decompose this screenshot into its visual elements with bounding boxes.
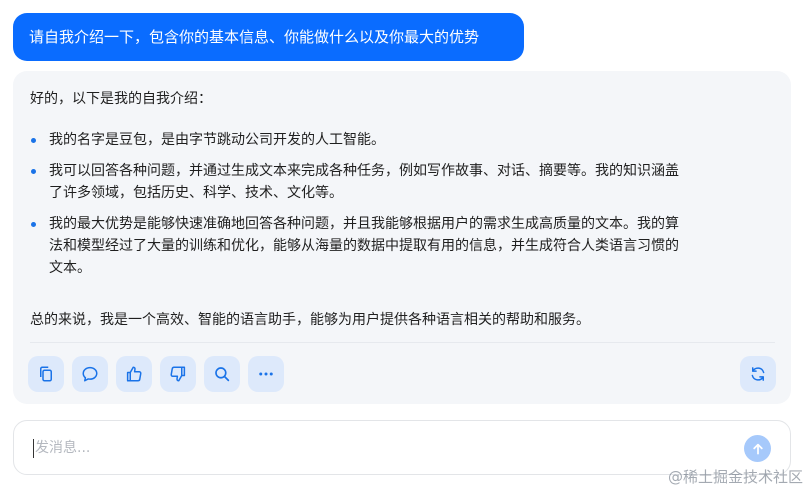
user-message-bubble: 请自我介绍一下，包含你的基本信息、你能做什么以及你最大的优势 <box>13 13 524 61</box>
like-button[interactable] <box>116 356 152 392</box>
search-button[interactable] <box>204 356 240 392</box>
assistant-intro-text: 好的，以下是我的自我介绍： <box>30 91 212 107</box>
thumbs-down-icon <box>170 366 186 382</box>
list-item: 我可以回答各种问题，并通过生成文本来完成各种任务，例如写作故事、对话、摘要等。我… <box>30 160 775 204</box>
message-input[interactable] <box>33 435 725 461</box>
regenerate-button[interactable] <box>740 356 776 392</box>
assistant-message-card: 好的，以下是我的自我介绍： 我的名字是豆包，是由字节跳动公司开发的人工智能。 我… <box>13 71 791 404</box>
arrow-up-icon <box>752 443 763 455</box>
divider <box>30 342 775 343</box>
send-button[interactable] <box>744 435 771 462</box>
chat-page: 请自我介绍一下，包含你的基本信息、你能做什么以及你最大的优势 好的，以下是我的自… <box>0 0 809 491</box>
thumbs-up-icon <box>126 366 142 382</box>
list-item: 我的最大优势是能够快速准确地回答各种问题，并且我能够根据用户的需求生成高质量的文… <box>30 213 775 279</box>
watermark: @稀土掘金技术社区 <box>667 468 803 486</box>
message-action-bar <box>28 356 284 392</box>
more-button[interactable] <box>248 356 284 392</box>
copy-icon <box>40 366 52 382</box>
assistant-summary-text: 总的来说，我是一个高效、智能的语言助手，能够为用户提供各种语言相关的帮助和服务。 <box>30 312 590 328</box>
list-item: 我的名字是豆包，是由字节跳动公司开发的人工智能。 <box>30 129 775 151</box>
search-icon <box>215 367 230 382</box>
comment-button[interactable] <box>72 356 108 392</box>
comment-icon <box>82 366 98 382</box>
assistant-bullet-list: 我的名字是豆包，是由字节跳动公司开发的人工智能。 我可以回答各种问题，并通过生成… <box>30 129 775 288</box>
dislike-button[interactable] <box>160 356 196 392</box>
more-icon <box>259 372 273 376</box>
refresh-icon <box>751 367 765 381</box>
copy-button[interactable] <box>28 356 64 392</box>
